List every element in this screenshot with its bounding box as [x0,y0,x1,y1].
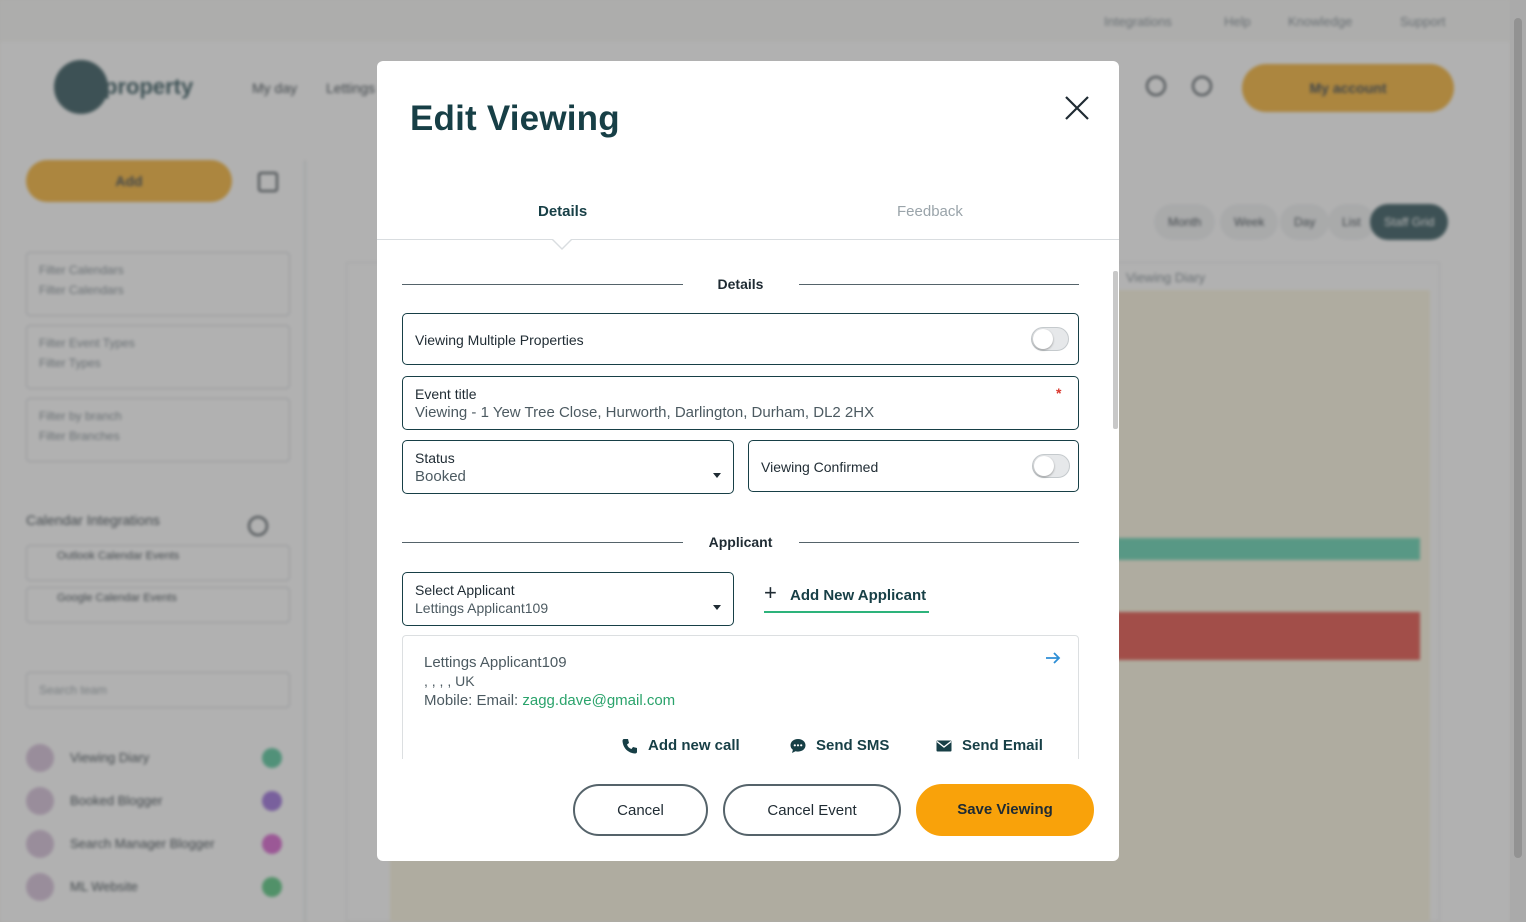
tab-feedback[interactable]: Feedback [897,203,963,220]
applicant-email-link[interactable]: zagg.dave@gmail.com [522,692,675,709]
envelope-icon [936,740,952,752]
send-email-button[interactable]: Send Email [935,736,1045,756]
applicant-contact: Mobile: Email: zagg.dave@gmail.com [424,692,675,709]
chat-icon [790,739,806,753]
toggle-knob [1034,456,1054,476]
applicant-address: , , , , UK [424,673,475,689]
field-label: Status [415,450,455,466]
save-viewing-button[interactable]: Save Viewing [916,784,1094,836]
modal-scroll-area[interactable]: Details Viewing Multiple Properties Even… [377,241,1119,759]
plus-icon: + [764,580,777,605]
phone-icon [622,739,637,754]
status-select[interactable]: Status Booked [402,440,734,494]
toggle-knob [1033,329,1053,349]
close-button[interactable] [1063,94,1091,122]
chevron-down-icon [713,473,721,478]
viewing-multiple-properties-field[interactable]: Viewing Multiple Properties [402,313,1079,365]
cancel-button[interactable]: Cancel [573,784,708,836]
close-icon [1065,96,1089,120]
selected-applicant-value: Lettings Applicant109 [415,600,549,616]
field-label: Viewing Multiple Properties [415,332,584,348]
field-label: Select Applicant [415,582,515,598]
arrow-right-icon[interactable] [1044,649,1062,667]
add-new-applicant-label: Add New Applicant [790,587,927,604]
action-label: Send SMS [816,737,890,754]
add-new-applicant-button[interactable]: + Add New Applicant [764,575,929,613]
action-label: Send Email [962,737,1043,754]
required-marker: * [1056,385,1062,401]
applicant-card: Lettings Applicant109 , , , , UK Mobile:… [402,635,1079,759]
contact-prefix: Mobile: Email: [424,692,523,709]
section-heading-applicant: Applicant [402,532,1079,552]
modal-scrollbar-thumb[interactable] [1113,271,1118,429]
event-title-input[interactable]: Viewing - 1 Yew Tree Close, Hurworth, Da… [415,404,874,421]
status-value: Booked [415,468,466,485]
chevron-down-icon [713,605,721,610]
viewing-confirmed-toggle[interactable] [1032,454,1070,478]
cancel-event-button[interactable]: Cancel Event [723,784,901,836]
field-label: Viewing Confirmed [761,459,879,475]
edit-viewing-modal: Edit Viewing Details Feedback Details Vi… [377,61,1119,861]
modal-tabs: Details Feedback [377,181,1119,240]
section-heading-details: Details [402,274,1079,294]
viewing-multiple-toggle[interactable] [1031,327,1069,351]
applicant-name: Lettings Applicant109 [424,654,567,671]
event-title-field[interactable]: Event title * Viewing - 1 Yew Tree Close… [402,376,1079,430]
field-label: Event title [415,386,477,402]
action-label: Add new call [648,737,740,754]
modal-title: Edit Viewing [410,99,620,138]
viewing-confirmed-field[interactable]: Viewing Confirmed [748,440,1079,492]
select-applicant-dropdown[interactable]: Select Applicant Lettings Applicant109 [402,572,734,626]
add-new-call-button[interactable]: Add new call [621,736,745,756]
tab-details[interactable]: Details [538,203,587,220]
send-sms-button[interactable]: Send SMS [789,736,889,756]
section-heading-text: Applicant [708,534,773,550]
section-heading-text: Details [717,276,764,292]
